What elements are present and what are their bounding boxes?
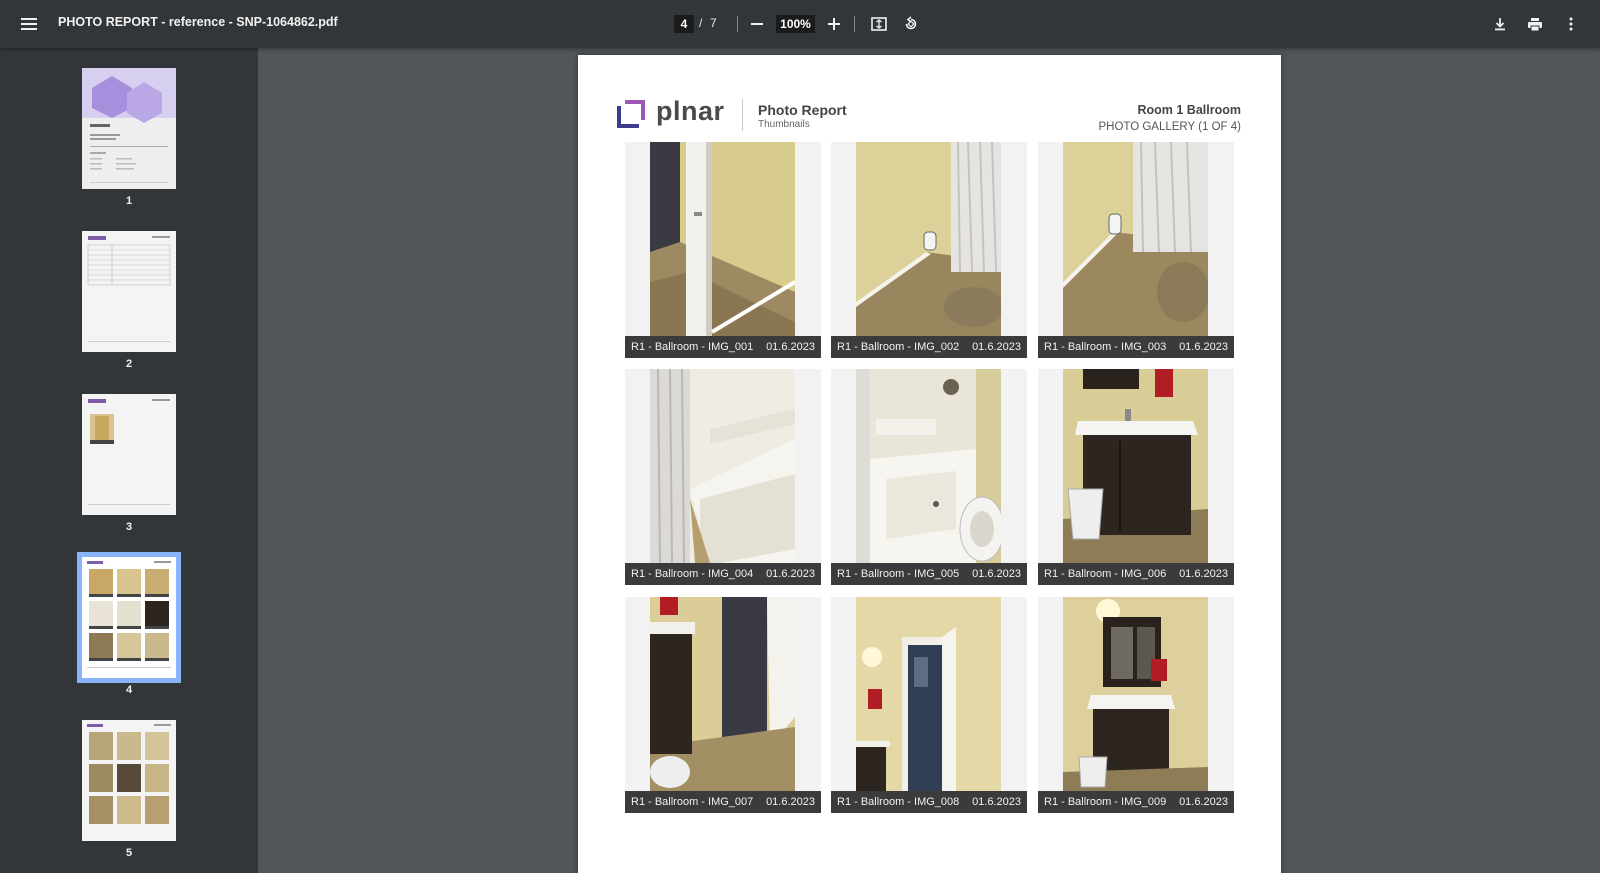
thumbnail-number: 4 [125,684,133,696]
document-viewer[interactable]: plnar Photo Report Thumbnails Room 1 Bal… [258,48,1600,873]
plnar-logo-icon [617,100,645,128]
photo-label: R1 - Ballroom - IMG_007 [631,796,754,808]
photo-label: R1 - Ballroom - IMG_002 [837,341,960,353]
thumbnail-number: 2 [125,358,133,370]
zoom-out-icon[interactable] [745,12,769,36]
plnar-logo-text: plnar [656,96,725,126]
bathroom-photo [1063,597,1208,791]
photo-label: R1 - Ballroom - IMG_001 [631,341,754,353]
photo-label: R1 - Ballroom - IMG_003 [1044,341,1167,353]
gallery-label: PHOTO GALLERY (1 OF 4) [1098,121,1241,133]
photo-caption: R1 - Ballroom - IMG_001 01.6.2023 [625,336,821,358]
toolbar-divider [737,16,738,32]
bathroom-photo [856,142,1001,336]
zoom-in-icon[interactable] [822,12,846,36]
page-thumbnail-4[interactable] [77,552,181,683]
header-divider [742,99,743,131]
photo-date: 01.6.2023 [1179,796,1228,808]
photo-label: R1 - Ballroom - IMG_005 [837,568,960,580]
page-thumbnail-3[interactable] [82,394,176,515]
page-thumbnail-2[interactable] [82,231,176,352]
photo-date: 01.6.2023 [1179,341,1228,353]
page-number-input[interactable]: 4 [674,15,694,33]
photo-cell[interactable]: R1 - Ballroom - IMG_007 01.6.2023 [625,597,821,813]
photo-date: 01.6.2023 [972,341,1021,353]
toolbar-divider [854,16,855,32]
bathroom-photo [650,597,795,791]
photo-cell[interactable]: R1 - Ballroom - IMG_003 01.6.2023 [1038,142,1234,358]
pdf-toolbar: PHOTO REPORT - reference - SNP-1064862.p… [0,0,1600,48]
room-name: Room 1 Ballroom [1137,103,1242,117]
thumbnail-number: 3 [125,521,133,533]
photo-caption: R1 - Ballroom - IMG_003 01.6.2023 [1038,336,1234,358]
photo-label: R1 - Ballroom - IMG_006 [1044,568,1167,580]
zoom-level-input[interactable]: 100% [776,15,815,33]
photo-caption: R1 - Ballroom - IMG_005 01.6.2023 [831,563,1027,585]
bathroom-photo [856,369,1001,563]
bathroom-photo [1063,369,1208,563]
document-title: PHOTO REPORT - reference - SNP-1064862.p… [58,15,338,29]
photo-label: R1 - Ballroom - IMG_009 [1044,796,1167,808]
photo-caption: R1 - Ballroom - IMG_007 01.6.2023 [625,791,821,813]
fit-page-icon[interactable] [867,12,891,36]
print-icon[interactable] [1523,12,1547,36]
photo-cell[interactable]: R1 - Ballroom - IMG_009 01.6.2023 [1038,597,1234,813]
photo-caption: R1 - Ballroom - IMG_008 01.6.2023 [831,791,1027,813]
photo-cell[interactable]: R1 - Ballroom - IMG_001 01.6.2023 [625,142,821,358]
photo-cell[interactable]: R1 - Ballroom - IMG_006 01.6.2023 [1038,369,1234,585]
photo-caption: R1 - Ballroom - IMG_004 01.6.2023 [625,563,821,585]
photo-caption: R1 - Ballroom - IMG_006 01.6.2023 [1038,563,1234,585]
photo-caption: R1 - Ballroom - IMG_009 01.6.2023 [1038,791,1234,813]
page-thumbnail-1[interactable] [82,68,176,189]
photo-date: 01.6.2023 [766,796,815,808]
photo-caption: R1 - Ballroom - IMG_002 01.6.2023 [831,336,1027,358]
bathroom-photo [1063,142,1208,336]
photo-cell[interactable]: R1 - Ballroom - IMG_005 01.6.2023 [831,369,1027,585]
photo-label: R1 - Ballroom - IMG_008 [837,796,960,808]
report-title: Photo Report [758,102,847,118]
thumbnail-number: 5 [125,847,133,859]
photo-date: 01.6.2023 [972,796,1021,808]
photo-cell[interactable]: R1 - Ballroom - IMG_002 01.6.2023 [831,142,1027,358]
page-thumbnail-5[interactable] [82,720,176,841]
photo-label: R1 - Ballroom - IMG_004 [631,568,754,580]
menu-icon[interactable] [14,9,44,39]
report-subtitle: Thumbnails [758,119,810,130]
thumbnail-number: 1 [125,195,133,207]
thumbnail-sidebar: 1 2 3 4 5 [0,48,258,873]
photo-cell[interactable]: R1 - Ballroom - IMG_004 01.6.2023 [625,369,821,585]
photo-date: 01.6.2023 [766,341,815,353]
bathroom-photo [650,142,795,336]
more-vert-icon[interactable] [1559,12,1583,36]
bathroom-photo [856,597,1001,791]
photo-cell[interactable]: R1 - Ballroom - IMG_008 01.6.2023 [831,597,1027,813]
photo-date: 01.6.2023 [1179,568,1228,580]
page-total: 7 [710,16,717,30]
rotate-icon[interactable] [899,12,923,36]
bathroom-photo [650,369,795,563]
pdf-page: plnar Photo Report Thumbnails Room 1 Bal… [578,55,1281,873]
photo-date: 01.6.2023 [766,568,815,580]
page-separator: / [699,16,703,30]
page-header: plnar Photo Report Thumbnails Room 1 Bal… [578,55,1281,141]
download-icon[interactable] [1488,12,1512,36]
photo-date: 01.6.2023 [972,568,1021,580]
